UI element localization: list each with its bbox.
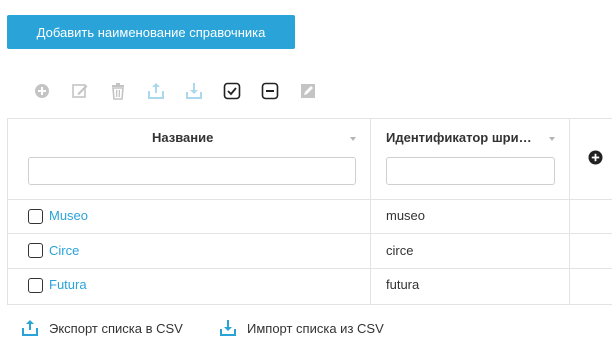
add-column-icon[interactable] bbox=[588, 150, 603, 165]
edit-icon[interactable] bbox=[68, 79, 92, 103]
export-csv-label: Экспорт списка в CSV bbox=[49, 320, 183, 336]
row-checkbox[interactable] bbox=[28, 243, 43, 258]
add-directory-name-button[interactable]: Добавить наименование справочника bbox=[7, 15, 295, 49]
column-header-name[interactable]: Название bbox=[152, 130, 213, 145]
sort-caret-icon[interactable] bbox=[549, 137, 555, 141]
row-checkbox[interactable] bbox=[28, 278, 43, 293]
sort-caret-icon[interactable] bbox=[350, 137, 356, 141]
edit-box-icon[interactable] bbox=[296, 79, 320, 103]
export-csv-button[interactable]: Экспорт списка в CSV bbox=[22, 318, 183, 338]
row-name-link[interactable]: Museo bbox=[49, 208, 88, 223]
row-name-link[interactable]: Futura bbox=[49, 277, 87, 292]
deselect-all-icon[interactable] bbox=[258, 79, 282, 103]
export-icon[interactable] bbox=[144, 79, 168, 103]
delete-icon[interactable] bbox=[106, 79, 130, 103]
row-checkbox[interactable] bbox=[28, 209, 43, 224]
export-icon bbox=[22, 320, 38, 336]
column-header-font-id[interactable]: Идентификатор шрифта bbox=[386, 130, 534, 145]
directory-table: Название Идентификатор шрифта Museo muse… bbox=[7, 118, 612, 305]
row-font-id: circe bbox=[386, 243, 414, 258]
import-icon bbox=[220, 320, 236, 336]
add-circle-icon[interactable] bbox=[30, 79, 54, 103]
row-font-id: futura bbox=[386, 277, 420, 292]
filter-font-id-input[interactable] bbox=[386, 157, 555, 185]
select-all-icon[interactable] bbox=[220, 79, 244, 103]
filter-name-input[interactable] bbox=[28, 157, 356, 185]
import-csv-button[interactable]: Импорт списка из CSV bbox=[220, 318, 384, 338]
import-csv-label: Импорт списка из CSV bbox=[247, 320, 384, 336]
row-font-id: museo bbox=[386, 208, 426, 223]
row-name-link[interactable]: Circe bbox=[49, 243, 79, 258]
import-icon[interactable] bbox=[182, 79, 206, 103]
